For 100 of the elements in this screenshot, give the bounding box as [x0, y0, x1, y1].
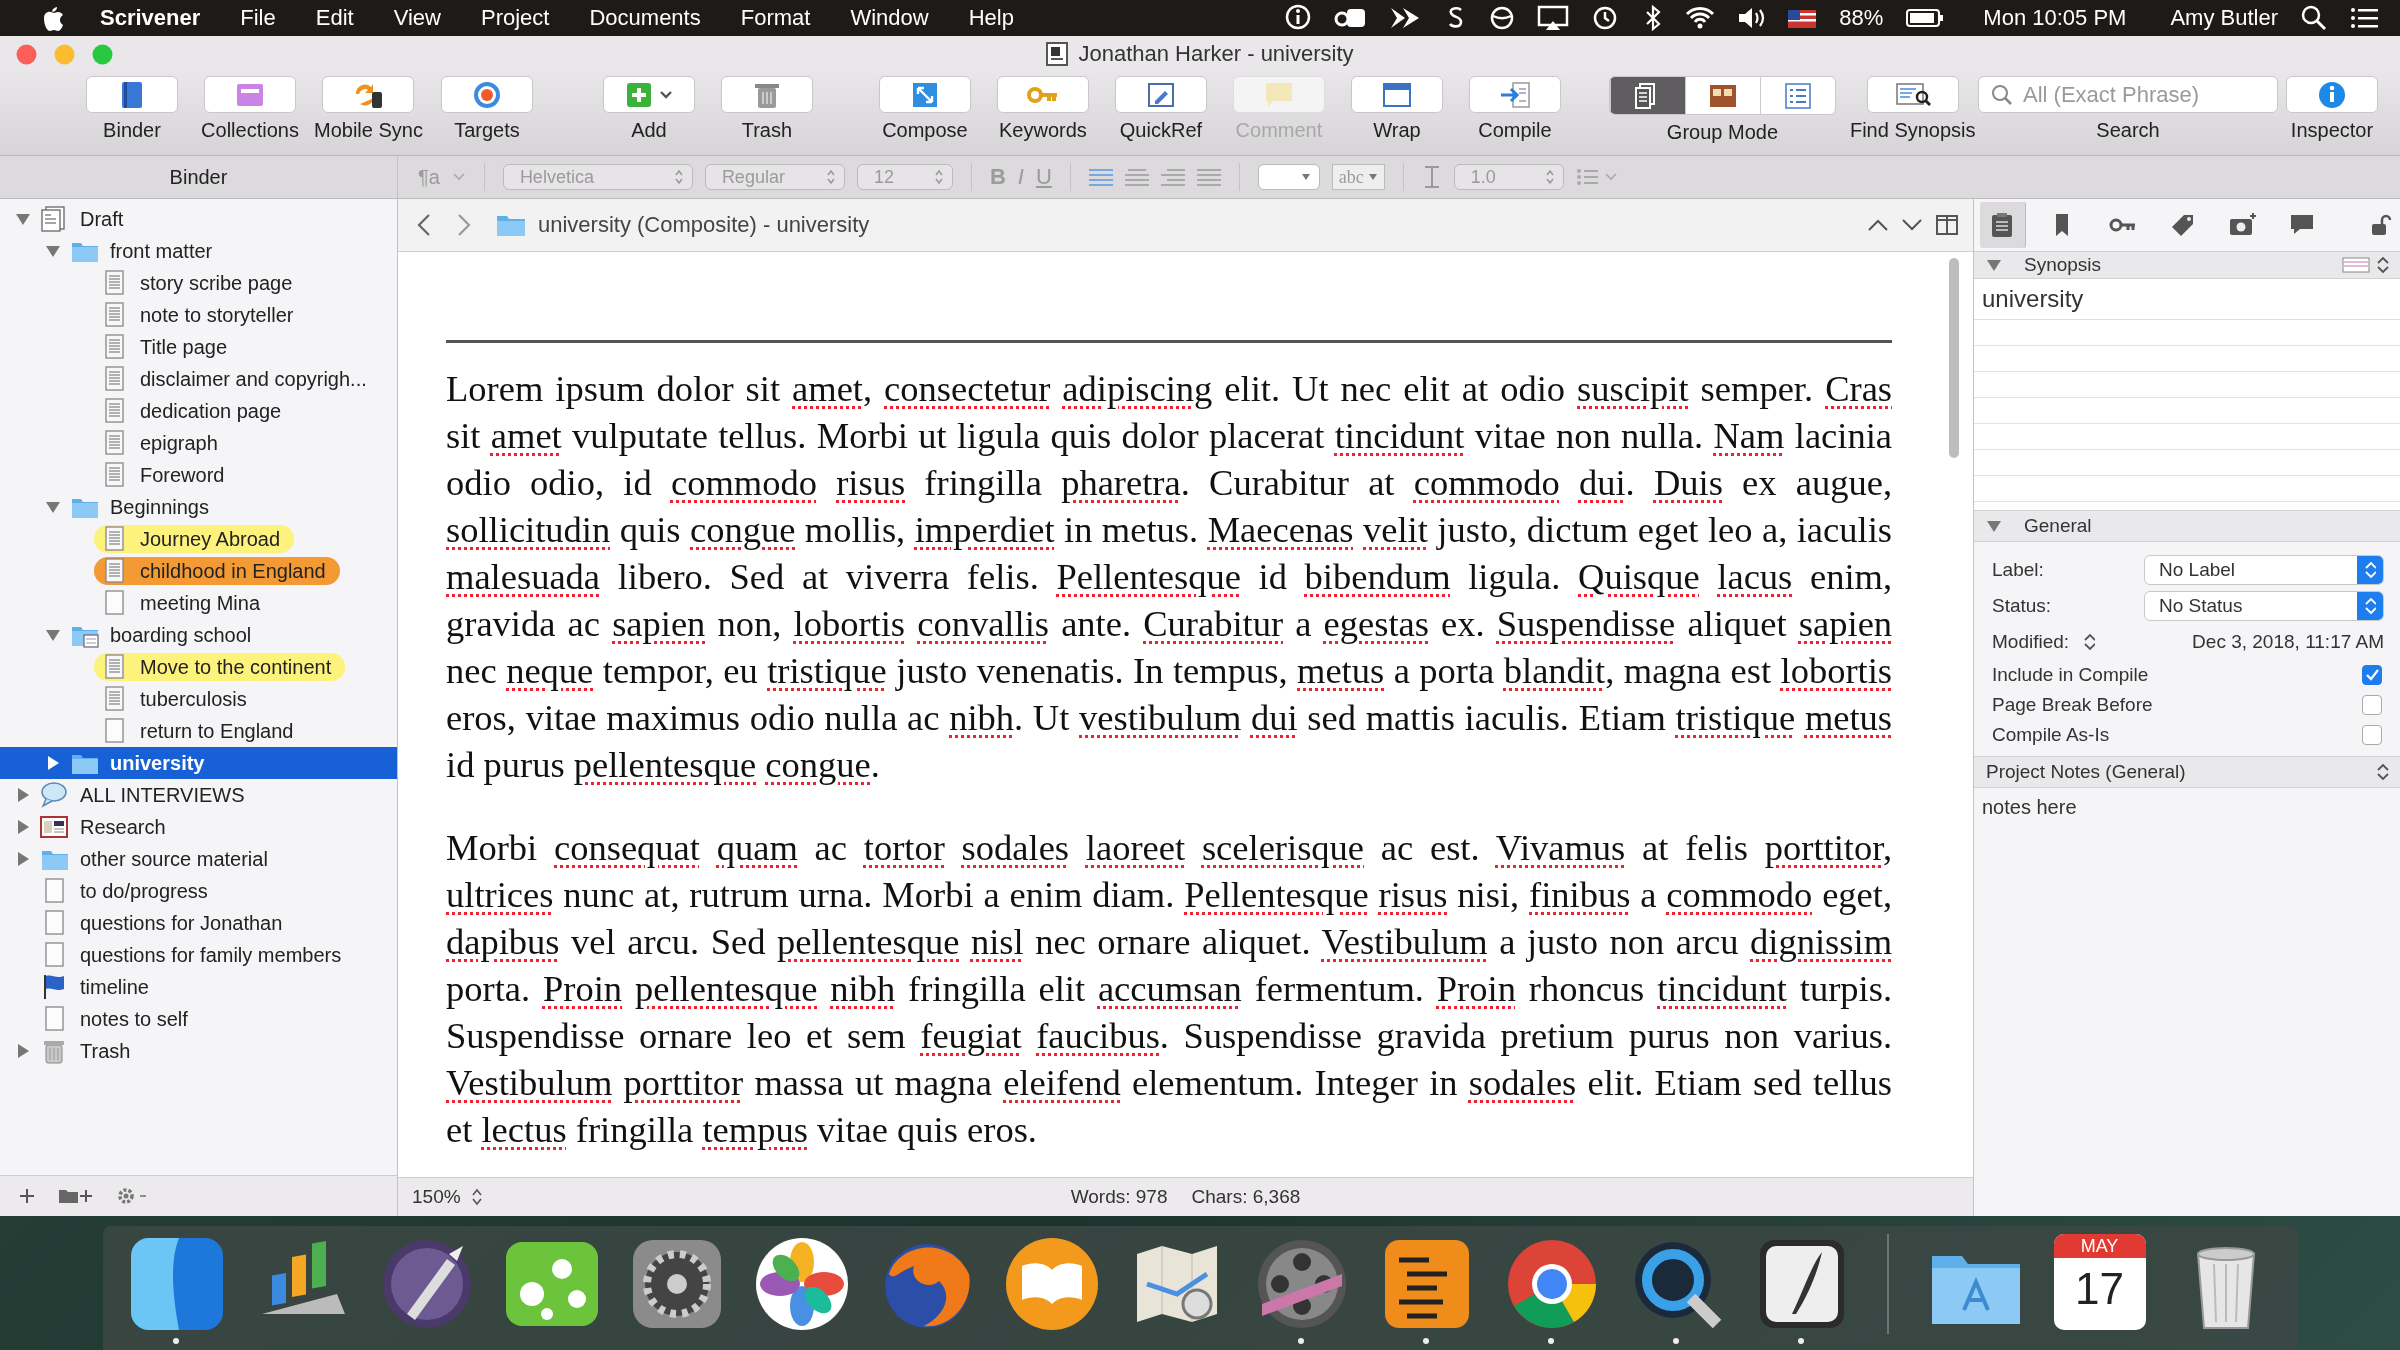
binder-row[interactable]: Research	[0, 811, 397, 843]
binder-row[interactable]: Beginnings	[0, 491, 397, 523]
binder-row[interactable]: ALL INTERVIEWS	[0, 779, 397, 811]
disclosure-triangle[interactable]	[45, 627, 61, 643]
binder-row[interactable]: disclaimer and copyrigh...	[0, 363, 397, 395]
binder-row[interactable]: questions for family members	[0, 939, 397, 971]
zoom-level[interactable]: 150%	[412, 1186, 461, 1208]
binder-item-title: childhood in England	[140, 559, 326, 583]
binder-row[interactable]: Journey Abroad	[0, 523, 397, 555]
binder-row[interactable]: Foreword	[0, 459, 397, 491]
disclosure-triangle[interactable]	[45, 243, 61, 259]
binder-item-title: tuberculosis	[140, 687, 247, 711]
toolbar-label: Search	[2096, 119, 2160, 142]
checkbox[interactable]	[2362, 725, 2382, 745]
search-icon	[1990, 83, 2014, 107]
menu-item[interactable]: File	[240, 5, 276, 31]
binder-row[interactable]: university	[0, 747, 397, 779]
binder-item-title: Beginnings	[110, 495, 209, 519]
add-folder-icon[interactable]	[58, 1187, 94, 1205]
checkbox[interactable]	[2362, 665, 2382, 685]
view-mode-segment[interactable]	[1609, 77, 1685, 114]
info-icon[interactable]	[1285, 4, 1312, 32]
binder-row[interactable]: boarding school	[0, 619, 397, 651]
menu-item[interactable]: Project	[480, 5, 550, 31]
binder-item-title: to do/progress	[80, 879, 208, 903]
disclosure-triangle[interactable]	[15, 787, 31, 803]
binder-row[interactable]: timeline	[0, 971, 397, 1003]
menu-item[interactable]: Window	[850, 5, 929, 31]
user-name[interactable]: Amy Butler	[2170, 5, 2278, 31]
stepper-icon[interactable]	[2376, 763, 2390, 781]
view-mode-control[interactable]	[1608, 76, 1836, 115]
binder-row[interactable]: Draft	[0, 203, 397, 235]
toolbar-button[interactable]	[322, 76, 415, 113]
popup-menu[interactable]: No Status	[2144, 591, 2384, 621]
calendar-icon[interactable]: MAY 17	[2053, 1234, 2146, 1330]
stepper-icon[interactable]	[2083, 633, 2096, 651]
split-view-icon[interactable]	[1935, 214, 1959, 236]
stepper-icon	[825, 169, 836, 185]
app-menu[interactable]: Scrivener	[100, 5, 201, 31]
menu-item[interactable]: Format	[740, 5, 811, 31]
disclosure-triangle[interactable]	[45, 755, 61, 771]
binder-row[interactable]: questions for Jonathan	[0, 907, 397, 939]
binder-row[interactable]: other source material	[0, 843, 397, 875]
section-header[interactable]: Synopsis	[1974, 252, 2400, 279]
binder-item-title: Title page	[140, 335, 228, 359]
toolbar-label: Compile	[1478, 119, 1552, 142]
disclosure-triangle[interactable]	[15, 819, 31, 835]
clock[interactable]: Mon 10:05 PM	[1983, 5, 2127, 31]
disclosure-triangle[interactable]	[15, 851, 31, 867]
option-label: Compile As-Is	[1992, 724, 2110, 746]
disclosure-triangle[interactable]	[45, 499, 61, 515]
binder-item-title: front matter	[110, 239, 213, 263]
binder-row[interactable]: story scribe page	[0, 267, 397, 299]
stepper-icon[interactable]	[470, 1187, 483, 1207]
binder-row[interactable]: front matter	[0, 235, 397, 267]
binder-row[interactable]: Move to the continent	[0, 651, 397, 683]
line-spacing-value: 1.0	[1470, 166, 1496, 188]
arrow-into-page-icon	[1498, 79, 1531, 110]
section-header[interactable]: General	[1974, 510, 2400, 542]
toolbar-button[interactable]	[86, 76, 178, 113]
inspector-tab[interactable]	[1980, 202, 2026, 248]
menu-item[interactable]: Edit	[315, 5, 354, 31]
checkmark-icon	[2365, 668, 2379, 682]
toolbar-button[interactable]	[1866, 76, 1959, 113]
circle-slash-icon[interactable]	[1489, 4, 1516, 32]
binder-row[interactable]: Trash	[0, 1035, 397, 1067]
field-label: Label:	[1992, 559, 2045, 581]
scroll-thumb[interactable]	[1949, 258, 1959, 458]
notes-text[interactable]: notes here	[1974, 788, 2400, 827]
disclosure-triangle[interactable]	[1986, 257, 2002, 273]
toolbar-label: Compose	[882, 119, 968, 142]
section-header[interactable]: Project Notes (General)	[1974, 756, 2400, 788]
binder-item-title: boarding school	[110, 623, 252, 647]
binder-row[interactable]: return to England	[0, 715, 397, 747]
menu-item[interactable]: View	[393, 5, 441, 31]
stepper-icon[interactable]	[2376, 256, 2390, 274]
disclosure-triangle[interactable]	[15, 1043, 31, 1059]
gear-icon[interactable]	[116, 1186, 148, 1206]
search-field[interactable]: All (Exact Phrase)	[1978, 76, 2278, 113]
binder-row[interactable]: dedication page	[0, 395, 397, 427]
menu-item[interactable]: Documents	[589, 5, 701, 31]
disclosure-triangle[interactable]	[1986, 518, 2002, 534]
binder-row[interactable]: Title page	[0, 331, 397, 363]
add-icon[interactable]	[18, 1187, 36, 1205]
binder-row[interactable]: notes to self	[0, 1003, 397, 1035]
binder-row[interactable]: epigraph	[0, 427, 397, 459]
binder-row[interactable]: tuberculosis	[0, 683, 397, 715]
binder-row[interactable]: to do/progress	[0, 875, 397, 907]
popup-menu[interactable]: No Label	[2144, 555, 2384, 585]
disclosure-triangle[interactable]	[15, 211, 31, 227]
synopsis-text[interactable]: university	[1974, 279, 2400, 320]
binder-row[interactable]: meeting Mina	[0, 587, 397, 619]
menu-item[interactable]: Help	[968, 5, 1014, 31]
binder-row[interactable]: note to storyteller	[0, 299, 397, 331]
airplay-icon[interactable]	[1537, 4, 1570, 32]
binder-row[interactable]: childhood in England	[0, 555, 397, 587]
checkbox[interactable]	[2362, 695, 2382, 715]
search-icon[interactable]	[2300, 4, 2328, 32]
text-color-menu[interactable]	[1257, 164, 1320, 190]
unlocked-padlock-icon[interactable]	[2370, 213, 2392, 237]
